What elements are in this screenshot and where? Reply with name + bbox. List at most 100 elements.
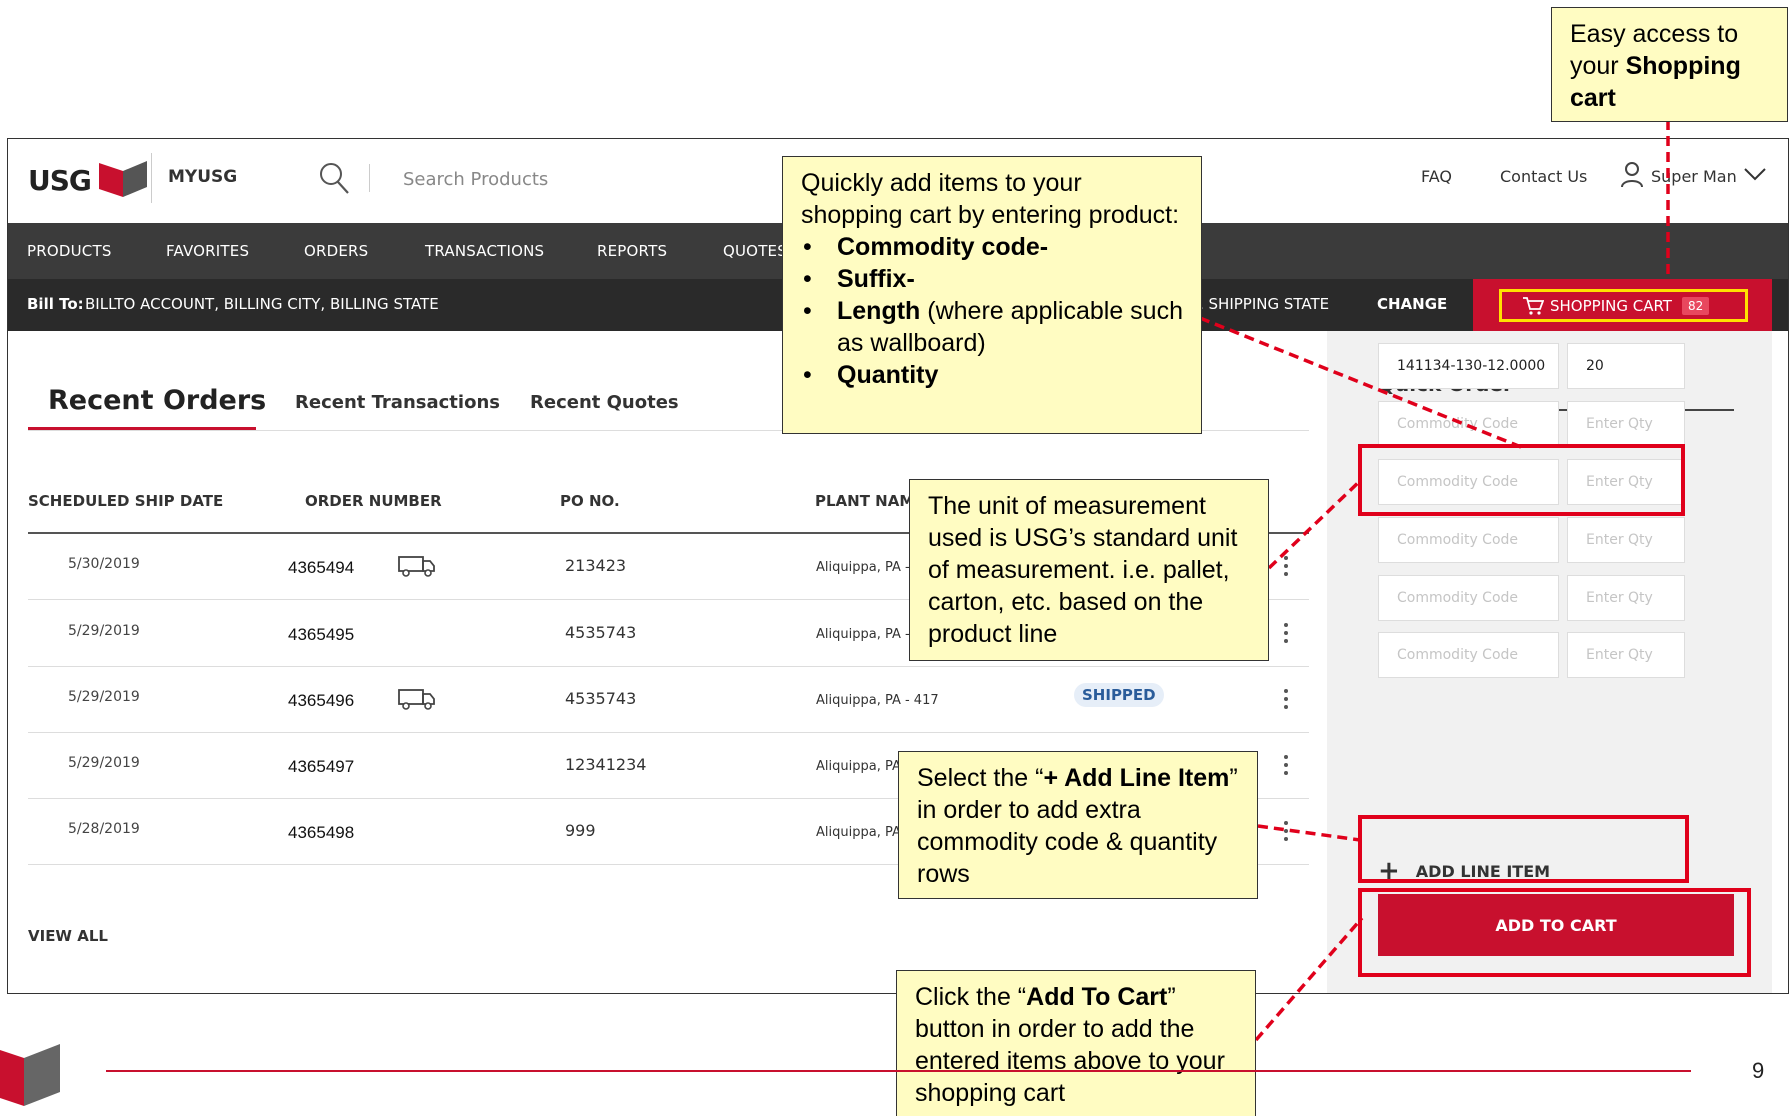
callout-quick-item-bold: Commodity code- xyxy=(837,233,1049,261)
col-header-order-number[interactable]: ORDER NUMBER xyxy=(305,492,442,510)
po-number-cell: 999 xyxy=(565,821,596,840)
search-icon[interactable] xyxy=(318,161,350,195)
callout-addline-bold: + Add Line Item xyxy=(1043,764,1230,792)
plant-name-cell: Aliquippa, PA xyxy=(816,825,901,840)
nav-favorites[interactable]: FAVORITES xyxy=(166,242,249,260)
logo-text: USG xyxy=(28,163,92,197)
commodity-code-input[interactable] xyxy=(1378,517,1559,563)
commodity-code-input[interactable] xyxy=(1378,343,1559,389)
order-number-cell: 4365495 xyxy=(288,625,355,644)
shopping-cart-area: SHOPPING CART 82 xyxy=(1473,279,1772,331)
more-vertical-icon[interactable] xyxy=(1284,755,1290,779)
commodity-code-input[interactable] xyxy=(1378,575,1559,621)
tab-recent-transactions[interactable]: Recent Transactions xyxy=(295,392,500,413)
plant-name-cell: Aliquippa, PA - 417 xyxy=(816,693,939,708)
shopping-cart-label: SHOPPING CART xyxy=(1550,296,1672,315)
contact-us-link[interactable]: Contact Us xyxy=(1500,167,1587,186)
order-number-cell: 4365496 xyxy=(288,691,355,710)
shopping-cart-button[interactable]: SHOPPING CART 82 xyxy=(1499,289,1748,322)
tab-recent-orders[interactable]: Recent Orders xyxy=(48,385,266,416)
nav-quotes[interactable]: QUOTES xyxy=(723,242,787,260)
more-vertical-icon[interactable] xyxy=(1284,689,1290,713)
nav-reports[interactable]: REPORTS xyxy=(597,242,667,260)
order-number-cell: 4365498 xyxy=(288,823,355,842)
col-header-plant-name[interactable]: PLANT NAM xyxy=(815,492,914,510)
user-icon[interactable] xyxy=(1620,161,1644,189)
ship-date-cell: 5/29/2019 xyxy=(68,755,140,771)
bill-to-label: Bill To: xyxy=(27,295,84,313)
callout-addcart-bold: Add To Cart xyxy=(1026,983,1168,1011)
quantity-input[interactable] xyxy=(1567,517,1685,563)
highlight-first-quick-order-row xyxy=(1358,444,1685,516)
callout-quick-list-item: Suffix- xyxy=(801,263,1183,295)
callout-uom-text: The unit of measurement used is USG’s st… xyxy=(928,492,1238,648)
ship-date-cell: 5/30/2019 xyxy=(68,556,140,572)
callout-quick-intro: Quickly add items to your shopping cart … xyxy=(801,169,1180,229)
table-row[interactable]: 5/29/2019 4365496 4535743 Aliquippa, PA - 4… xyxy=(28,667,1309,733)
callout-addline-pre: Select the “ xyxy=(917,764,1044,792)
highlight-add-to-cart xyxy=(1358,888,1751,977)
highlight-add-line-item xyxy=(1358,815,1689,883)
callout-quick-item-bold: Suffix- xyxy=(837,265,915,293)
logo-divider xyxy=(151,153,152,203)
cart-icon xyxy=(1523,296,1544,315)
page-number: 9 xyxy=(1752,1058,1765,1083)
nav-transactions[interactable]: TRANSACTIONS xyxy=(425,242,544,260)
more-vertical-icon[interactable] xyxy=(1284,821,1290,845)
usg-logo[interactable]: USG xyxy=(28,157,149,203)
po-number-cell: 4535743 xyxy=(565,689,637,708)
callout-quick-item-bold: Quantity xyxy=(837,361,939,389)
ship-date-cell: 5/29/2019 xyxy=(68,689,140,705)
more-vertical-icon[interactable] xyxy=(1284,556,1290,580)
po-number-cell: 4535743 xyxy=(565,623,637,642)
plant-name-cell: Aliquippa, PA xyxy=(816,759,901,774)
col-header-ship-date[interactable]: SCHEDULED SHIP DATE xyxy=(28,492,223,510)
commodity-code-input[interactable] xyxy=(1378,632,1559,678)
shipment-truck-icon[interactable] xyxy=(398,687,436,711)
tab-recent-quotes[interactable]: Recent Quotes xyxy=(530,392,679,413)
search-input[interactable] xyxy=(403,163,723,195)
callout-unit-of-measurement: The unit of measurement used is USG’s st… xyxy=(909,479,1269,661)
callout-add-line-item: Select the “+ Add Line Item” in order to… xyxy=(898,751,1258,899)
nav-orders[interactable]: ORDERS xyxy=(304,242,368,260)
po-number-cell: 213423 xyxy=(565,556,627,575)
plant-name-cell: Aliquippa, PA - xyxy=(816,627,910,642)
change-account-button[interactable]: CHANGE xyxy=(1377,295,1447,313)
faq-link[interactable]: FAQ xyxy=(1421,167,1452,186)
cart-count-badge: 82 xyxy=(1681,296,1710,315)
po-number-cell: 12341234 xyxy=(565,755,647,774)
callout-add-to-cart: Click the “Add To Cart” button in order … xyxy=(896,970,1256,1116)
app-name[interactable]: MYUSG xyxy=(168,167,237,187)
callout-quick-list-item: Commodity code- xyxy=(801,231,1183,263)
search-divider xyxy=(369,164,370,192)
callout-quick-list-item: Length (where applicable such as wallboa… xyxy=(801,295,1183,359)
callout-quick-order: Quickly add items to your shopping cart … xyxy=(782,156,1202,434)
commodity-code-input[interactable] xyxy=(1378,401,1559,447)
chevron-down-icon[interactable] xyxy=(1744,167,1766,181)
bill-to-address: BILLTO ACCOUNT, BILLING CITY, BILLING ST… xyxy=(85,295,439,313)
view-all-link[interactable]: VIEW ALL xyxy=(28,927,108,945)
shipment-truck-icon[interactable] xyxy=(398,554,436,578)
ship-to-address: , SHIPPING STATE xyxy=(1199,295,1330,313)
quantity-input[interactable] xyxy=(1567,632,1685,678)
user-name[interactable]: Super Man xyxy=(1651,167,1737,186)
callout-addcart-pre: Click the “ xyxy=(915,983,1027,1011)
quantity-input[interactable] xyxy=(1567,401,1685,447)
order-number-cell: 4365494 xyxy=(288,558,355,577)
callout-shopping-cart: Easy access to your Shopping cart xyxy=(1551,7,1788,122)
col-header-po-number[interactable]: PO NO. xyxy=(560,492,620,510)
status-badge: SHIPPED xyxy=(1074,683,1164,707)
nav-products[interactable]: PRODUCTS xyxy=(27,242,112,260)
usg-logo-mark-icon xyxy=(98,161,147,197)
footer-rule xyxy=(106,1070,1691,1072)
quantity-input[interactable] xyxy=(1567,343,1685,389)
callout-quick-list: Commodity code- Suffix-Length (where appl… xyxy=(801,231,1183,391)
more-vertical-icon[interactable] xyxy=(1284,623,1290,647)
plant-name-cell: Aliquippa, PA - xyxy=(816,560,910,575)
usg-corner-logo-icon xyxy=(0,1044,60,1106)
quantity-input[interactable] xyxy=(1567,575,1685,621)
ship-date-cell: 5/29/2019 xyxy=(68,623,140,639)
ship-date-cell: 5/28/2019 xyxy=(68,821,140,837)
callout-quick-item-bold: Length xyxy=(837,297,921,325)
callout-quick-list-item: Quantity xyxy=(801,359,1183,391)
